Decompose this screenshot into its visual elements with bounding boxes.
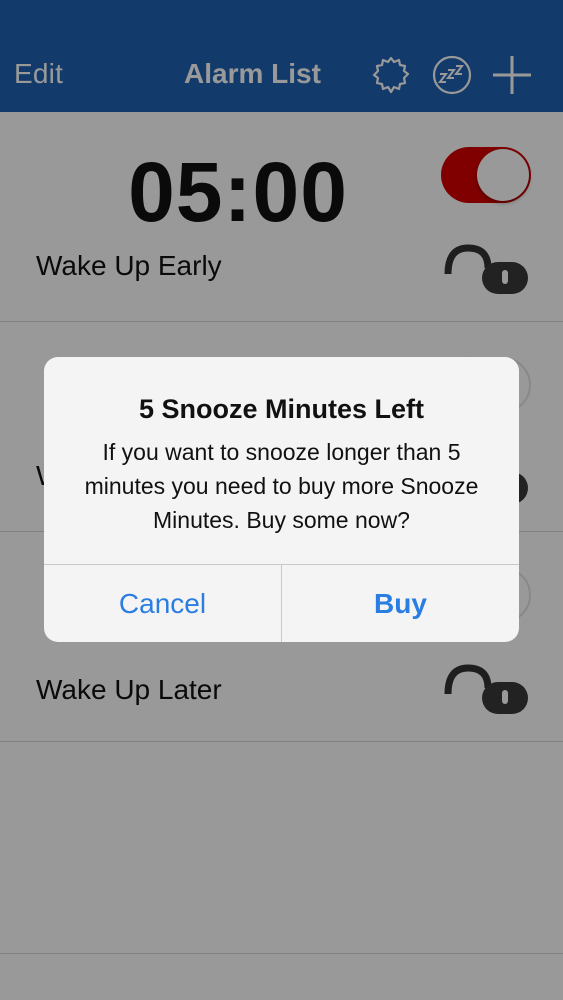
alert-message: If you want to snooze longer than 5 minu… bbox=[84, 439, 479, 533]
alert-dialog: 5 Snooze Minutes Left If you want to sno… bbox=[44, 357, 519, 642]
cancel-button[interactable]: Cancel bbox=[44, 565, 281, 642]
alert-title: 5 Snooze Minutes Left bbox=[138, 394, 425, 424]
buy-button[interactable]: Buy bbox=[282, 565, 519, 642]
alert-button-bar: Cancel Buy bbox=[44, 564, 519, 642]
